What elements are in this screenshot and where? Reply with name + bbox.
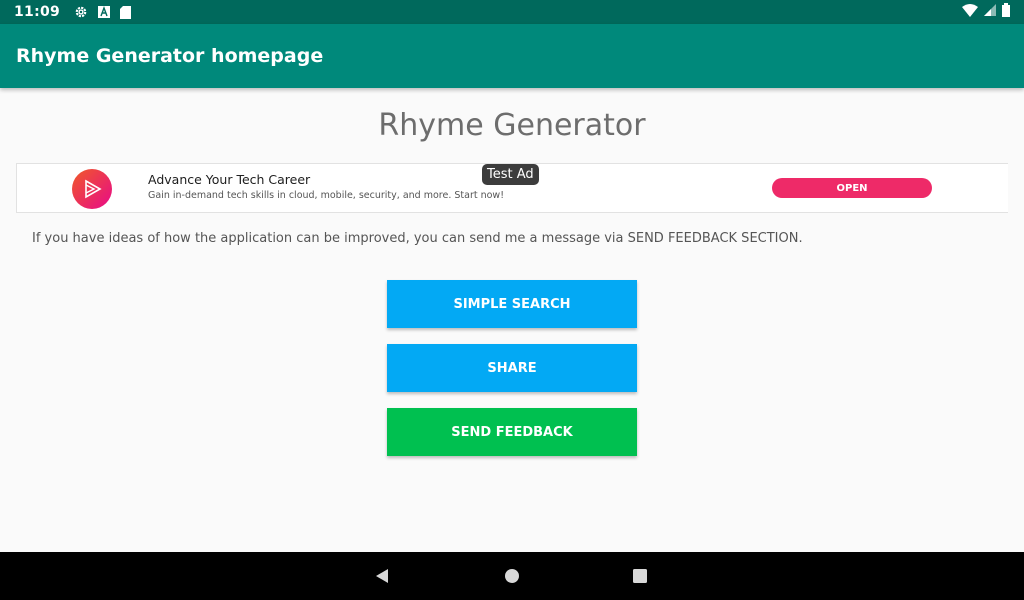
gear-icon: [74, 5, 88, 19]
font-a-icon: [98, 6, 111, 18]
status-time: 11:09: [14, 4, 61, 20]
share-button[interactable]: SHARE: [387, 344, 637, 392]
wifi-icon: [962, 3, 978, 21]
back-icon[interactable]: [372, 566, 392, 586]
ad-open-button[interactable]: OPEN: [772, 178, 932, 198]
send-feedback-button[interactable]: SEND FEEDBACK: [387, 408, 637, 456]
sd-card-icon: [120, 5, 132, 19]
ad-banner[interactable]: Advance Your Tech Career Gain in-demand …: [16, 163, 1008, 213]
recents-icon[interactable]: [630, 566, 650, 586]
cell-signal-icon: [984, 4, 996, 20]
info-text: If you have ideas of how the application…: [32, 231, 803, 246]
page-title: Rhyme Generator: [378, 108, 646, 143]
battery-icon: [1002, 3, 1010, 21]
app-bar: Rhyme Generator homepage: [0, 24, 1024, 88]
app-bar-title: Rhyme Generator homepage: [16, 45, 324, 67]
simple-search-button[interactable]: SIMPLE SEARCH: [387, 280, 637, 328]
test-ad-badge: Test Ad: [482, 164, 539, 185]
play-logo-icon[interactable]: [72, 169, 112, 209]
home-icon[interactable]: [502, 566, 522, 586]
status-bar: 11:09: [0, 0, 1024, 24]
ad-headline[interactable]: Advance Your Tech Career: [148, 172, 310, 187]
navigation-bar: [0, 552, 1024, 600]
ad-body: Gain in-demand tech skills in cloud, mob…: [148, 190, 504, 201]
